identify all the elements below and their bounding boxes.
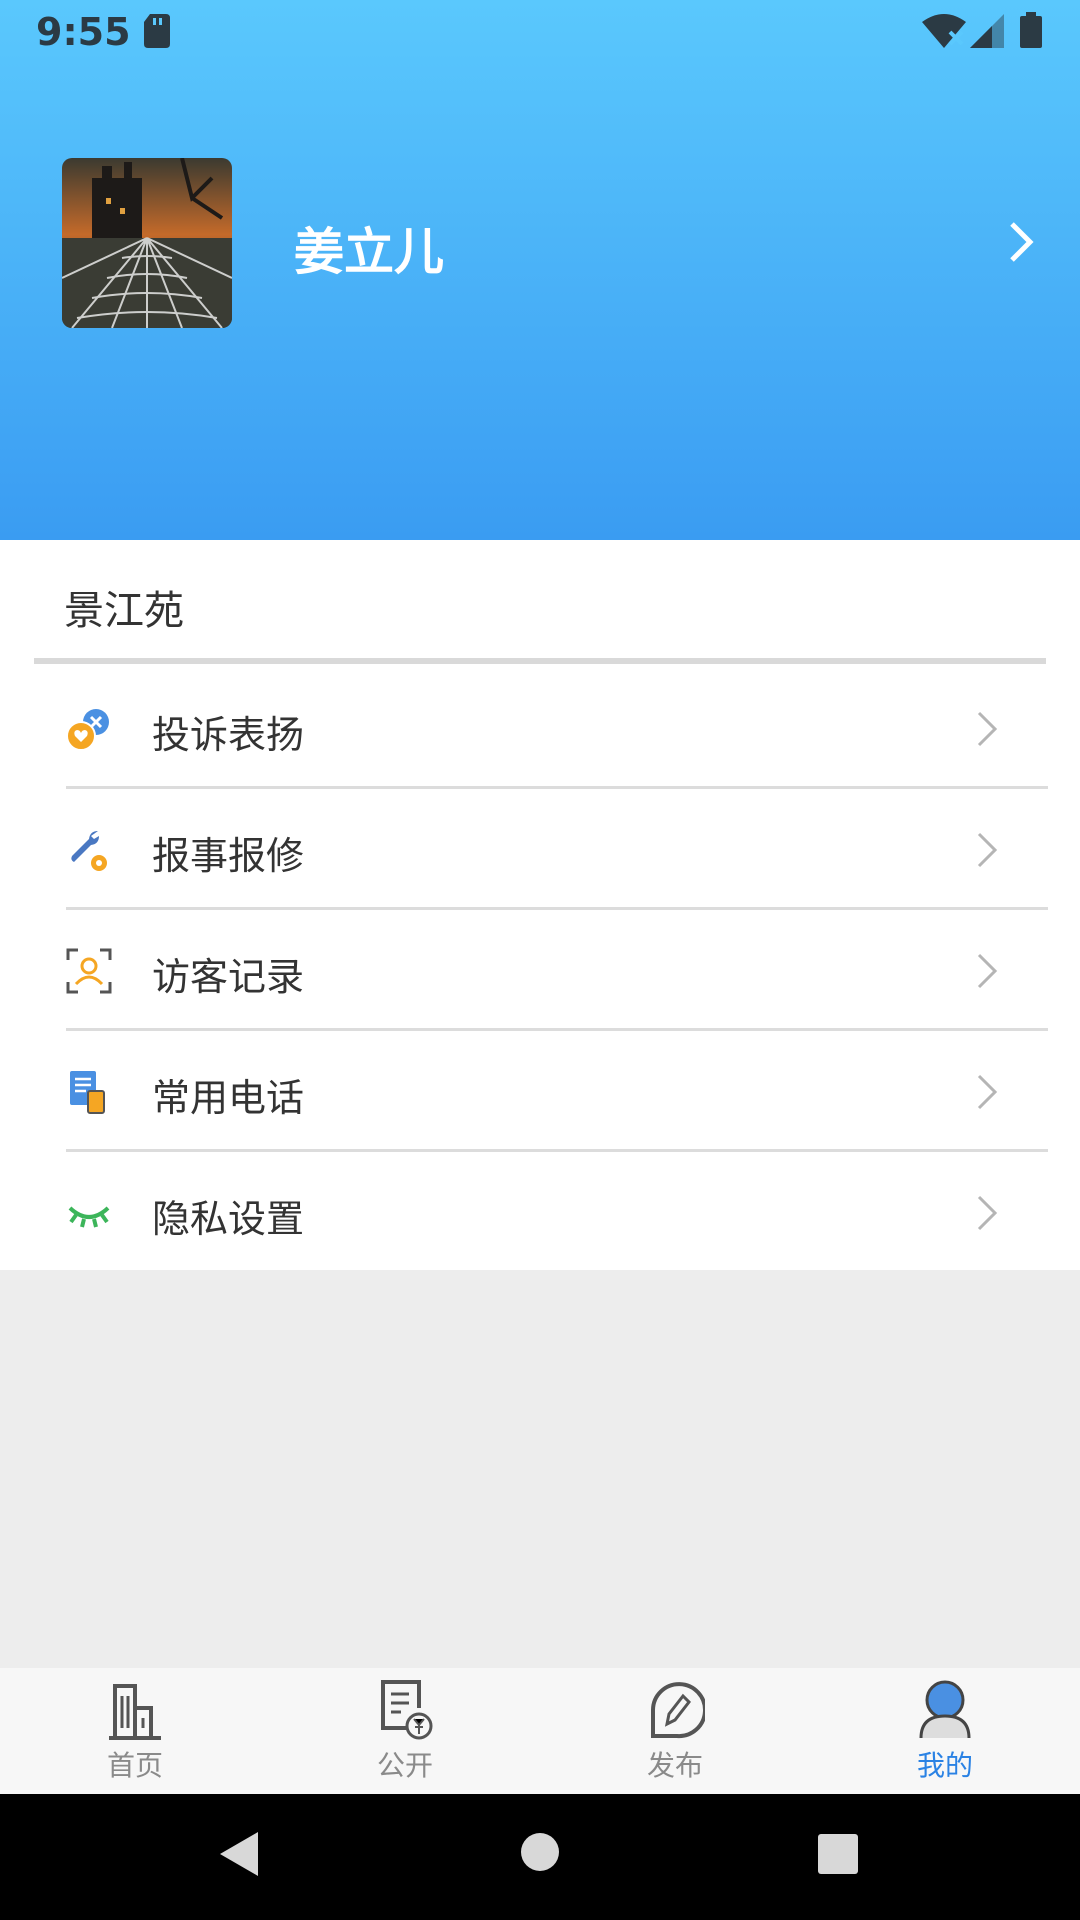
menu-item-label: 隐私设置 — [152, 1197, 305, 1241]
menu-list: 投诉表扬 报事报修 访客记录 常用电话 隐私设置 — [0, 668, 1080, 1270]
tab-home[interactable]: 首页 — [0, 1668, 270, 1794]
tab-mine[interactable]: 我的 — [810, 1668, 1080, 1794]
visitor-scan-icon — [66, 948, 112, 994]
repair-wrench-icon — [71, 831, 107, 871]
tab-publish[interactable]: 发布 — [540, 1668, 810, 1794]
user-profile-icon — [919, 1680, 971, 1739]
menu-item-label: 访客记录 — [152, 955, 305, 999]
menu-item-phone-directory[interactable]: 常用电话 — [0, 1031, 1080, 1152]
menu-item-repair[interactable]: 报事报修 — [0, 789, 1080, 910]
menu-item-label: 常用电话 — [152, 1076, 305, 1120]
community-section: 景江苑 — [0, 540, 1080, 668]
user-name: 姜立儿 — [294, 223, 444, 281]
menu-item-visitor-records[interactable]: 访客记录 — [0, 910, 1080, 1031]
divider — [34, 658, 1046, 664]
tab-label: 公开 — [376, 1749, 433, 1782]
tab-public[interactable]: 公开 — [270, 1668, 540, 1794]
sd-card-icon — [144, 14, 170, 48]
complaint-praise-icon — [66, 709, 109, 751]
avatar-image — [62, 158, 232, 328]
home-icon[interactable] — [520, 1832, 560, 1872]
system-nav-bar — [0, 1794, 1080, 1920]
profile-row[interactable]: 姜立儿 — [0, 154, 1080, 330]
community-name: 景江苑 — [64, 588, 184, 634]
document-yuan-icon — [381, 1680, 433, 1740]
avatar[interactable] — [62, 158, 232, 328]
chevron-right-icon[interactable] — [1008, 220, 1034, 264]
menu-item-privacy-settings[interactable]: 隐私设置 — [0, 1152, 1080, 1273]
recents-icon[interactable] — [818, 1834, 858, 1874]
chevron-right-icon — [977, 1074, 998, 1110]
profile-header: 9:55 姜立儿 — [0, 0, 1080, 540]
back-icon[interactable] — [218, 1830, 260, 1878]
pen-bubble-icon — [651, 1682, 705, 1739]
tab-label: 首页 — [106, 1749, 163, 1782]
menu-item-label: 报事报修 — [152, 834, 305, 878]
menu-item-label: 投诉表扬 — [152, 713, 305, 757]
chevron-right-icon — [977, 953, 998, 989]
building-icon — [109, 1684, 161, 1740]
status-bar: 9:55 — [0, 0, 1080, 64]
menu-item-complaint-praise[interactable]: 投诉表扬 — [0, 668, 1080, 789]
closed-eye-icon — [68, 1206, 110, 1228]
status-time: 9:55 — [36, 10, 131, 54]
bottom-tab-bar: 首页 公开 发布 我的 — [0, 1668, 1080, 1794]
battery-icon — [1020, 12, 1042, 48]
tab-label: 发布 — [646, 1749, 703, 1782]
phone-directory-icon — [70, 1071, 105, 1114]
tab-label: 我的 — [916, 1749, 973, 1782]
wifi-off-icon — [922, 14, 966, 48]
chevron-right-icon — [977, 832, 998, 868]
chevron-right-icon — [977, 711, 998, 747]
signal-icon — [970, 14, 1004, 48]
chevron-right-icon — [977, 1195, 998, 1231]
